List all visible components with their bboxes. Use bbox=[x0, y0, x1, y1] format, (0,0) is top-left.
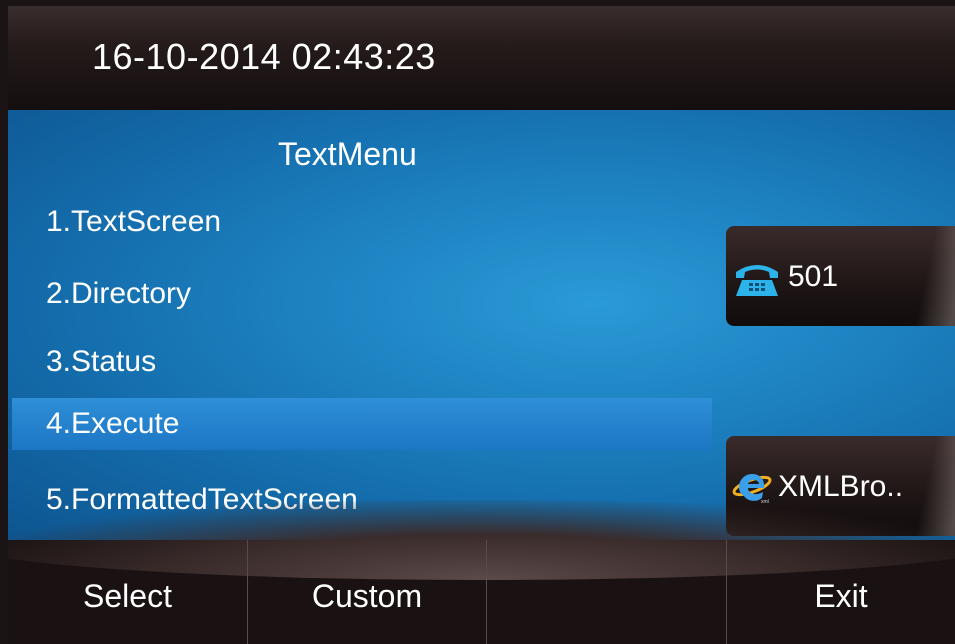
browser-icon: xml bbox=[732, 474, 772, 505]
custom-button-label: Custom bbox=[311, 578, 423, 614]
custom-button[interactable]: Custom bbox=[248, 540, 486, 644]
line-key-shine bbox=[911, 226, 955, 326]
status-bar: 16-10-2014 02:43:23 bbox=[8, 6, 955, 110]
menu-item-status[interactable]: 3.Status bbox=[8, 336, 712, 388]
menu-title: TextMenu bbox=[278, 136, 417, 172]
empty-softkey[interactable] bbox=[487, 540, 726, 644]
exit-button-label: Exit bbox=[814, 578, 868, 614]
menu-item-label: 1.TextScreen bbox=[46, 205, 222, 238]
datetime-display: 16-10-2014 02:43:23 bbox=[92, 36, 436, 77]
menu-item-label: 4.Execute bbox=[46, 407, 180, 440]
menu-item-label: 2.Directory bbox=[46, 277, 192, 310]
menu-item-directory[interactable]: 2.Directory bbox=[8, 268, 712, 320]
menu-item-label: 3.Status bbox=[46, 345, 157, 378]
phone-icon bbox=[736, 265, 778, 296]
softkey-bar: Select Custom Exit bbox=[8, 500, 955, 644]
line-key-501[interactable]: 501 bbox=[726, 226, 955, 326]
exit-button[interactable]: Exit bbox=[727, 540, 955, 644]
text-menu-panel: TextMenu 1.TextScreen 2.Directory 3.Stat… bbox=[8, 110, 955, 540]
menu-item-execute[interactable]: 4.Execute bbox=[12, 398, 712, 450]
svg-text:xml: xml bbox=[761, 499, 769, 505]
line-key-label: 501 bbox=[788, 260, 839, 293]
menu-item-textscreen[interactable]: 1.TextScreen bbox=[8, 196, 712, 248]
select-button[interactable]: Select bbox=[8, 540, 247, 644]
line-key-label: XMLBro.. bbox=[778, 470, 904, 503]
select-button-label: Select bbox=[83, 578, 172, 614]
phone-screen: 16-10-2014 02:43:23 TextMenu 1.TextScree… bbox=[8, 6, 955, 644]
